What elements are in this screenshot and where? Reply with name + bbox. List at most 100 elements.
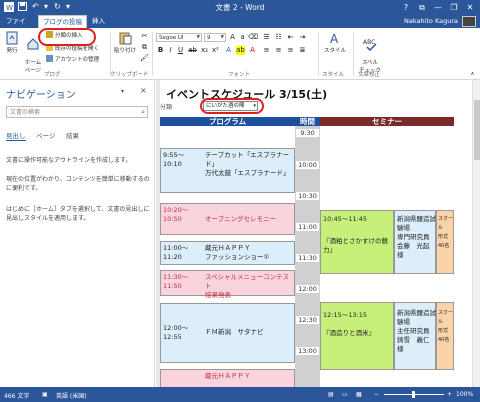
time-label: 9:30 bbox=[296, 129, 319, 137]
proofing-status-icon[interactable]: ▣ bbox=[42, 391, 48, 398]
font-name-value: Segoe UI bbox=[159, 35, 184, 41]
seminar-event-name: 『酒粕とさかすけの魅力』 bbox=[323, 237, 388, 254]
time-label: 10:00 bbox=[296, 161, 319, 169]
print-layout-icon[interactable]: ▭ bbox=[342, 391, 348, 398]
underline-button[interactable]: U bbox=[176, 46, 185, 55]
bold-button[interactable]: B bbox=[156, 46, 165, 55]
minimize-button[interactable]: — bbox=[430, 0, 446, 15]
subscript-button[interactable]: x₂ bbox=[200, 46, 209, 55]
strikethrough-button[interactable]: ab bbox=[188, 46, 197, 55]
superscript-button[interactable]: x² bbox=[211, 46, 220, 55]
copy-icon[interactable]: ⧉ bbox=[140, 43, 149, 52]
nav-help-text-3: はじめに［ホーム］タブを選択して、文書の見出しに見出しスタイルを適用します。 bbox=[6, 206, 150, 222]
publish-button[interactable]: 発行 bbox=[3, 31, 21, 54]
paste-button[interactable]: 貼り付け bbox=[113, 31, 137, 54]
maximize-button[interactable]: ❐ bbox=[446, 0, 462, 15]
paste-icon bbox=[119, 32, 132, 45]
collapse-ribbon-icon[interactable]: ∧ bbox=[468, 70, 477, 79]
nav-options-icon[interactable]: ▾ bbox=[121, 88, 124, 95]
seminar-event[interactable]: 12:15～13:15 『酒造りと酒米』 bbox=[320, 302, 394, 370]
publish-label: 発行 bbox=[6, 48, 18, 54]
help-button[interactable]: ? bbox=[398, 0, 414, 15]
decrease-indent-button[interactable]: ⇤ bbox=[286, 33, 295, 42]
chevron-down-icon: ▼ bbox=[196, 35, 200, 40]
tab-file[interactable]: ファイル bbox=[2, 15, 32, 38]
word-count[interactable]: 466 文字 bbox=[4, 391, 29, 400]
highlight-annotation bbox=[38, 28, 96, 46]
manage-accounts-button[interactable]: アカウントの管理 bbox=[46, 55, 99, 63]
search-icon[interactable]: ⌕ bbox=[141, 107, 145, 118]
nav-search-input[interactable]: 文書の検索 ⌕ bbox=[6, 106, 148, 118]
nav-tab-pages[interactable]: ページ bbox=[36, 130, 55, 140]
seminar-header: セミナー bbox=[320, 117, 454, 126]
proofing-group-label: 文章校正 bbox=[358, 72, 381, 78]
language-indicator[interactable]: 英語 (米国) bbox=[56, 391, 87, 400]
font-name-combo[interactable]: Segoe UI ▼ bbox=[156, 33, 202, 42]
nav-help-text-1: 文書に操作可能なアウトラインを作成します。 bbox=[6, 157, 132, 164]
style-button[interactable]: A スタイル bbox=[322, 31, 348, 54]
grow-font-button[interactable]: A bbox=[228, 33, 237, 42]
seminar-format-text: スクール 形式 40名 bbox=[438, 216, 454, 249]
svg-text:A: A bbox=[330, 32, 339, 45]
numbering-button[interactable]: ☷ bbox=[274, 33, 283, 42]
font-color-button[interactable]: A bbox=[248, 46, 257, 55]
program-event-time: 10:20～ 10:50 bbox=[163, 206, 189, 223]
align-left-button[interactable]: ≡ bbox=[262, 46, 271, 55]
format-painter-icon[interactable]: 🖌 bbox=[140, 54, 149, 63]
document-area[interactable]: イベントスケジュール 3/15(土) 分類 にいがた酒の陣 ▾ プログラム 時間 … bbox=[160, 80, 480, 387]
zoom-slider-thumb[interactable] bbox=[412, 391, 415, 398]
highlight-button[interactable]: ab bbox=[236, 46, 245, 55]
avatar[interactable] bbox=[462, 16, 476, 27]
align-center-button[interactable]: ≡ bbox=[274, 46, 283, 55]
clipboard-group-label: クリップボード bbox=[110, 72, 149, 78]
user-name[interactable]: Nakahito Kagura bbox=[404, 15, 458, 28]
vertical-scrollbar[interactable] bbox=[472, 80, 480, 387]
align-right-button[interactable]: ≡ bbox=[286, 46, 295, 55]
close-button[interactable]: ✕ bbox=[462, 0, 478, 15]
increase-indent-button[interactable]: ⇥ bbox=[298, 33, 307, 42]
program-event[interactable]: 11:30～ 11:50 スペシャルメニューコンテスト 結果発表 bbox=[160, 270, 295, 299]
seminar-event-name: 『酒造りと酒米』 bbox=[323, 329, 375, 337]
seminar-event-time: 12:15～13:15 bbox=[323, 311, 367, 319]
program-event-time: 11:30～ 11:50 bbox=[163, 273, 189, 290]
scrollbar-thumb[interactable] bbox=[474, 100, 480, 160]
italic-button[interactable]: I bbox=[166, 46, 175, 55]
seminar-speaker-text: 新潟県醸造試験場 主任研究員 鋳雪 義仁 様 bbox=[397, 309, 436, 353]
read-mode-icon[interactable]: ▤ bbox=[328, 391, 334, 398]
program-event[interactable]: 11:00～ 11:20 蔵元ＨＡＰＰＹ ファッションショー① bbox=[160, 241, 295, 265]
program-event-time: 9:55～ 10:10 bbox=[163, 151, 185, 168]
shrink-font-button[interactable]: a bbox=[238, 33, 247, 42]
tab-blog-post[interactable]: ブログの投稿 bbox=[38, 15, 87, 28]
program-event-name: テープカット「エスプラナード」 万代太鼓「エスプラナード」 bbox=[205, 151, 290, 177]
justify-button[interactable]: ≣ bbox=[298, 46, 307, 55]
font-size-combo[interactable]: 9 ▼ bbox=[204, 33, 226, 42]
spell-check-button[interactable]: ABC スペル チェック bbox=[356, 31, 384, 74]
tab-insert[interactable]: 挿入 bbox=[88, 15, 109, 28]
clear-formatting-icon[interactable]: ⌫ bbox=[248, 33, 258, 42]
zoom-in-icon[interactable]: + bbox=[447, 391, 452, 398]
seminar-event[interactable]: 10:45～11:45 『酒粕とさかすけの魅力』 bbox=[320, 210, 394, 274]
program-event[interactable]: 9:55～ 10:10 テープカット「エスプラナード」 万代太鼓「エスプラナード… bbox=[160, 148, 295, 193]
program-event-name: 蔵元ＨＡＰＰＹ bbox=[205, 372, 251, 380]
nav-tab-results[interactable]: 結果 bbox=[66, 130, 79, 140]
seminar-event-time: 10:45～11:45 bbox=[323, 215, 367, 223]
time-header: 時間 bbox=[295, 117, 320, 126]
seminar-speaker: 新潟県醸造試験場 専門研究員 会藤 光起 様 bbox=[394, 210, 436, 274]
nav-close-icon[interactable]: × bbox=[140, 86, 147, 95]
cut-icon[interactable]: ✂ bbox=[140, 32, 149, 41]
ribbon-display-options-button[interactable]: ⧉ bbox=[414, 0, 430, 15]
zoom-level[interactable]: 100% bbox=[456, 391, 473, 398]
manage-accounts-icon bbox=[46, 55, 53, 62]
seminar-format-text: スクール 形式 40名 bbox=[438, 310, 454, 343]
group-divider bbox=[152, 32, 153, 76]
nav-tab-headings[interactable]: 見出し bbox=[6, 130, 26, 141]
zoom-out-icon[interactable]: − bbox=[374, 391, 379, 398]
text-effects-button[interactable]: A bbox=[224, 46, 233, 55]
seminar-format: スクール 形式 40名 bbox=[436, 302, 454, 370]
seminar-speaker-text: 新潟県醸造試験場 専門研究員 会藤 光起 様 bbox=[397, 215, 436, 259]
program-event[interactable]: 10:20～ 10:50 オープニングセレモニー bbox=[160, 203, 295, 235]
program-event[interactable]: 12:00～ 12:55 ＦＭ新潟 サタナビ bbox=[160, 303, 295, 363]
program-event[interactable]: 蔵元ＨＡＰＰＹ bbox=[160, 369, 295, 387]
web-layout-icon[interactable]: ▦ bbox=[356, 391, 362, 398]
bullets-button[interactable]: ☰ bbox=[262, 33, 271, 42]
